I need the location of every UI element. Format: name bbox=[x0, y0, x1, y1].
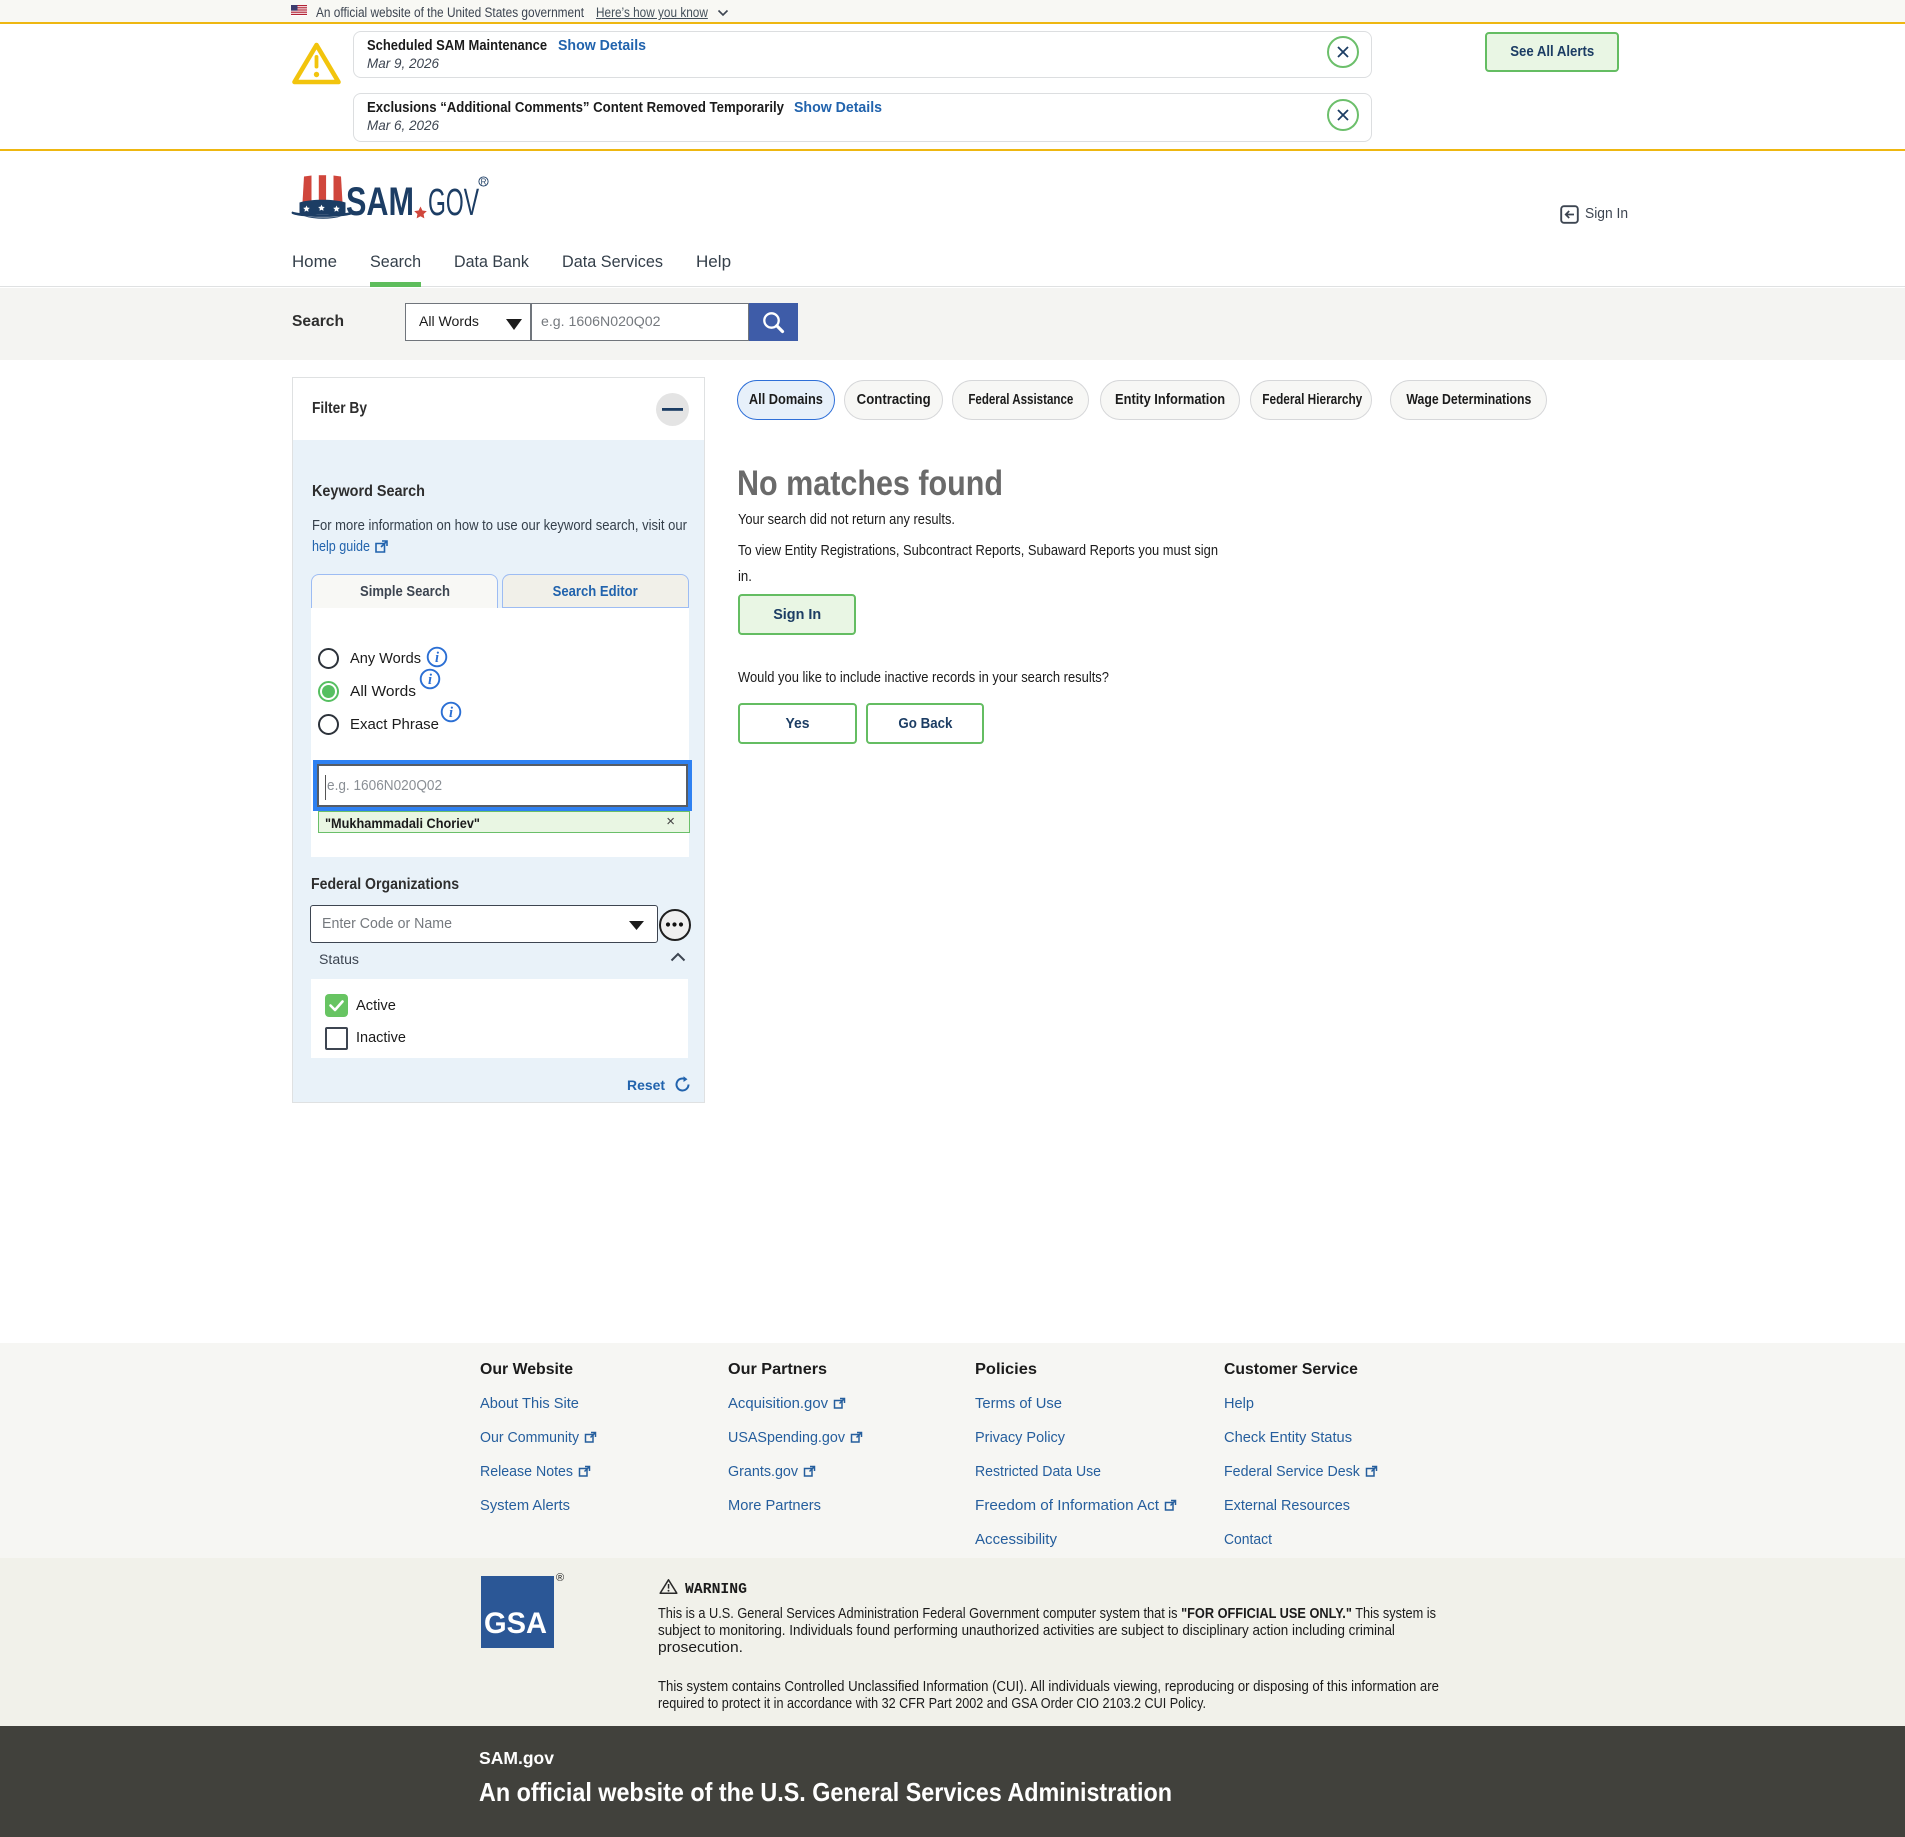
svg-text:SAM: SAM bbox=[346, 180, 414, 221]
svg-text:i: i bbox=[435, 650, 439, 666]
svg-text:GOV: GOV bbox=[428, 182, 479, 221]
svg-text:i: i bbox=[428, 672, 432, 688]
svg-text:R: R bbox=[481, 178, 487, 187]
svg-text:i: i bbox=[449, 705, 453, 721]
